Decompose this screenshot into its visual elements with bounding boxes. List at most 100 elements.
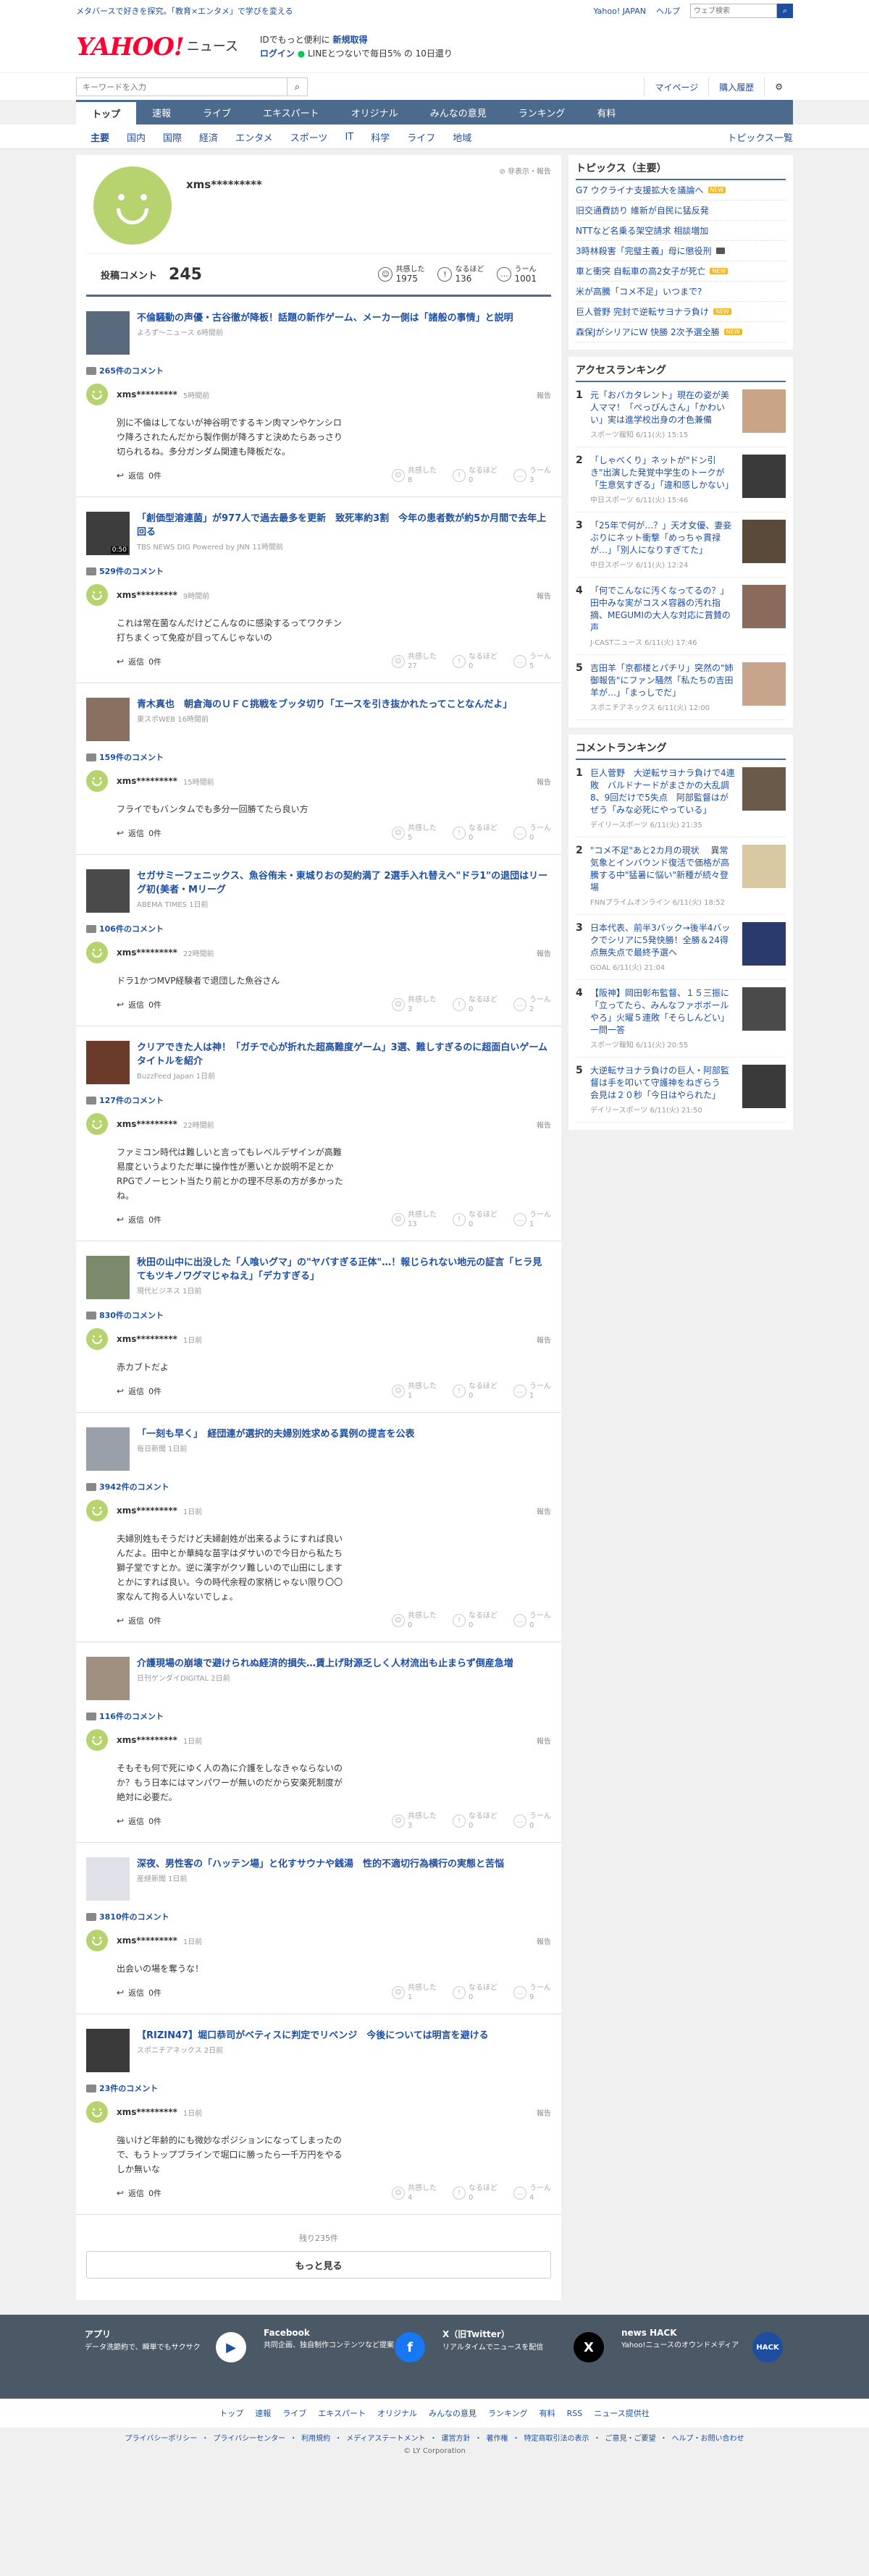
promo-link[interactable]: メタバースで好きを探究。「教育×エンタメ」で学びを変える xyxy=(76,5,593,17)
ranking-item[interactable]: 1 元「おバカタレント」現在の姿が美人ママ！「ぺっぴんさん」「かわいい」実は進学校… xyxy=(576,382,786,447)
reply-button[interactable]: ↩ 返信 0件 xyxy=(117,1214,161,1225)
gnav-tab-top[interactable]: トップ xyxy=(76,102,137,124)
hmm-button[interactable]: … うーん 3 xyxy=(513,466,551,485)
topic-title[interactable]: G7 ウクライナ支援拡大を議論へ xyxy=(576,184,704,196)
ranking-item[interactable]: 3 「25年で何が…？」天才女優、妻妾ぶりにネット衝撃「めっちゃ貫禄が…」「別人に… xyxy=(576,512,786,578)
report-link[interactable]: 報告 xyxy=(537,947,551,958)
ranking-title[interactable]: 巨人菅野 大逆転サヨナラ負けで4連敗 バルドナードがまさかの大乱調 8、9回だけ… xyxy=(590,767,738,816)
empathy-button[interactable]: ☺ 共感した 13 xyxy=(392,1210,437,1229)
article-title[interactable]: 青木真也 朝倉海のＵＦＣ挑戦をブッタ切り「エースを引き抜かれたってことなんだよ」 xyxy=(137,698,512,711)
mypage-link[interactable]: マイページ xyxy=(644,77,708,96)
article-link[interactable]: 青木真也 朝倉海のＵＦＣ挑戦をブッタ切り「エースを引き抜かれたってことなんだよ」… xyxy=(86,698,551,741)
report-link[interactable]: 報告 xyxy=(537,1935,551,1946)
hmm-button[interactable]: … うーん 1 xyxy=(513,1382,551,1401)
cat-sports[interactable]: スポーツ xyxy=(282,130,337,144)
article-link[interactable]: 0:50 「創価型溶連菌」が977人で過去最多を更新 致死率約3割 今年の患者数が… xyxy=(86,512,551,555)
search-button-icon[interactable]: ⌕ xyxy=(287,78,307,96)
comment-author[interactable]: xms********* xyxy=(117,1935,177,1946)
topic-title[interactable]: 森保JがシリアにW 快勝 2次予選全勝 xyxy=(576,326,720,338)
gnav-tab-expert[interactable]: エキスパート xyxy=(247,100,335,124)
comment-author[interactable]: xms********* xyxy=(117,1119,177,1129)
legal-link[interactable]: 特定商取引法の表示 xyxy=(524,2432,589,2443)
ranking-title[interactable]: 元「おバカタレント」現在の姿が美人ママ！「ぺっぴんさん」「かわいい」実は進学校出… xyxy=(590,389,736,426)
naruhodo-button[interactable]: ! なるほど 0 xyxy=(453,466,498,485)
empathy-button[interactable]: ☺ 共感した 27 xyxy=(392,652,437,671)
footer-nav-link[interactable]: ライブ xyxy=(282,2407,306,2419)
report-link[interactable]: 報告 xyxy=(537,1119,551,1130)
cat-local[interactable]: 地域 xyxy=(444,130,480,144)
legal-link[interactable]: ヘルプ・お問い合わせ xyxy=(671,2432,744,2443)
article-link[interactable]: 「一刻も早く」 経団連が選択的夫婦別姓求める異例の提言を公表 毎日新聞 1日前 xyxy=(86,1427,551,1471)
cat-economy[interactable]: 経済 xyxy=(190,130,227,144)
ranking-title[interactable]: 日本代表、前半3バック→後半4バックでシリアに5発快勝！全勝＆24得点無失点で最… xyxy=(590,922,736,959)
gear-icon[interactable]: ⚙ xyxy=(764,77,793,96)
reply-button[interactable]: ↩ 返信 0件 xyxy=(117,2187,161,2199)
topic-title[interactable]: 車と衝突 自転車の高2女子が死亡 xyxy=(576,265,705,277)
cat-it[interactable]: IT xyxy=(336,132,362,143)
purchase-history-link[interactable]: 購入履歴 xyxy=(708,77,764,96)
empathy-button[interactable]: ☺ 共感した 3 xyxy=(392,1812,437,1830)
comment-count-link[interactable]: 265件のコメント xyxy=(86,365,551,376)
cat-domestic[interactable]: 国内 xyxy=(118,130,154,144)
ranking-item[interactable]: 4 【阪神】岡田彰布監督、１５三振に「立ってたら、みんなファボボールやろ」火曜５連… xyxy=(576,980,786,1057)
more-button[interactable]: もっと見る xyxy=(86,2251,551,2279)
report-link[interactable]: 報告 xyxy=(537,1735,551,1746)
ranking-title[interactable]: 吉田羊「京都楼とパチリ」突然の"姉御報告"にファン騒然「私たちの吉田羊が…」「ま… xyxy=(590,662,736,699)
topic-item[interactable]: 米が高騰「コメ不足」いつまで? xyxy=(576,282,786,302)
hmm-button[interactable]: … うーん 2 xyxy=(513,995,551,1014)
comment-count-link[interactable]: 127件のコメント xyxy=(86,1094,551,1106)
topic-item[interactable]: 車と衝突 自転車の高2女子が死亡 NEW xyxy=(576,261,786,282)
topic-title[interactable]: 3時林殺害「完璧主義」母に懲役刑 xyxy=(576,245,712,257)
gnav-tab-opinion[interactable]: みんなの意見 xyxy=(414,100,503,124)
footer-nav-link[interactable]: 有料 xyxy=(540,2407,555,2419)
comment-author[interactable]: xms********* xyxy=(117,1735,177,1745)
search-icon[interactable]: ⌕ xyxy=(777,4,793,18)
footer-nav-link[interactable]: 速報 xyxy=(255,2407,271,2419)
legal-link[interactable]: ご意見・ご要望 xyxy=(605,2432,655,2443)
hmm-button[interactable]: … うーん 5 xyxy=(513,652,551,671)
cat-life[interactable]: ライフ xyxy=(398,130,444,144)
legal-link[interactable]: 著作権 xyxy=(486,2432,508,2443)
comment-count-link[interactable]: 159件のコメント xyxy=(86,751,551,763)
article-title[interactable]: 「創価型溶連菌」が977人で過去最多を更新 致死率約3割 今年の患者数が約5か月… xyxy=(137,512,551,539)
article-link[interactable]: 介護現場の崩壊で避けられぬ経済的損失…賃上げ財源乏しく人材流出も止まらず倒産急増… xyxy=(86,1657,551,1700)
yahoo-japan-link[interactable]: Yahoo! JAPAN xyxy=(593,7,646,16)
article-title[interactable]: 介護現場の崩壊で避けられぬ経済的損失…賃上げ財源乏しく人材流出も止まらず倒産急増 xyxy=(137,1657,513,1671)
comment-count-link[interactable]: 830件のコメント xyxy=(86,1309,551,1321)
footer-nav-link[interactable]: ランキング xyxy=(488,2407,528,2419)
article-title[interactable]: 秋田の山中に出没した「人喰いグマ」の"ヤバすぎる正体"…！報じられない地元の証言… xyxy=(137,1256,551,1283)
footer-nav-link[interactable]: トップ xyxy=(219,2407,243,2419)
naruhodo-button[interactable]: ! なるほど 0 xyxy=(453,995,498,1014)
report-link[interactable]: 報告 xyxy=(537,1506,551,1516)
legal-link[interactable]: プライバシーポリシー xyxy=(125,2432,198,2443)
footer-nav-link[interactable]: RSS xyxy=(567,2409,583,2418)
article-title[interactable]: セガサミーフェニックス、魚谷侑未・東城りおの契約満了 2選手入れ替えへ"ドラ1"… xyxy=(137,869,551,897)
comment-author[interactable]: xms********* xyxy=(117,590,177,600)
cat-main[interactable]: 主要 xyxy=(76,130,118,144)
topic-item[interactable]: 巨人菅野 完封で逆転サヨナラ負け NEW xyxy=(576,302,786,322)
article-title[interactable]: 【RIZIN47】堀口恭司がベティスに判定でリベンジ 今後については明言を避ける xyxy=(137,2029,489,2043)
reply-button[interactable]: ↩ 返信 0件 xyxy=(117,1615,161,1626)
article-link[interactable]: 【RIZIN47】堀口恭司がベティスに判定でリベンジ 今後については明言を避ける… xyxy=(86,2029,551,2072)
help-link[interactable]: ヘルプ xyxy=(656,5,680,17)
comment-author[interactable]: xms********* xyxy=(117,389,177,400)
ranking-item[interactable]: 2 "コメ不足"あと2カ月の現状 異常気象とインバウンド復活で価格が高騰する中"猛… xyxy=(576,837,786,915)
naruhodo-button[interactable]: ! なるほど 0 xyxy=(453,1611,498,1630)
gnav-tab-original[interactable]: オリジナル xyxy=(335,100,414,124)
footer-nav-link[interactable]: エキスパート xyxy=(318,2407,366,2419)
gnav-tab-ranking[interactable]: ランキング xyxy=(503,100,582,124)
naruhodo-button[interactable]: ! なるほど 0 xyxy=(453,2184,498,2203)
article-link[interactable]: クリアできた人は神！「ガチで心が折れた超高難度ゲーム」3選、難しすぎるのに超面白… xyxy=(86,1041,551,1084)
topic-item[interactable]: 3時林殺害「完璧主義」母に懲役刑 xyxy=(576,241,786,261)
article-title[interactable]: 不倫騒動の声優・古谷徹が降板！話題の新作ゲーム、メーカー側は「諸般の事情」と説明 xyxy=(137,311,513,325)
ranking-title[interactable]: 「25年で何が…？」天才女優、妻妾ぶりにネット衝撃「めっちゃ貫禄が…」「別人にな… xyxy=(590,520,736,557)
empathy-button[interactable]: ☺ 共感した 1 xyxy=(392,1382,437,1401)
article-link[interactable]: 秋田の山中に出没した「人喰いグマ」の"ヤバすぎる正体"…！報じられない地元の証言… xyxy=(86,1256,551,1299)
ranking-title[interactable]: 大逆転サヨナラ負けの巨人・阿部監督は手を叩いて守護神をねぎらう 会見は２０秒「今… xyxy=(590,1065,736,1102)
hmm-button[interactable]: … うーん 4 xyxy=(513,2184,551,2203)
reply-button[interactable]: ↩ 返信 0件 xyxy=(117,656,161,667)
topic-title[interactable]: 巨人菅野 完封で逆転サヨナラ負け xyxy=(576,305,709,318)
gnav-tab-paid[interactable]: 有料 xyxy=(581,100,631,124)
reply-button[interactable]: ↩ 返信 0件 xyxy=(117,827,161,839)
comment-author[interactable]: xms********* xyxy=(117,1506,177,1516)
